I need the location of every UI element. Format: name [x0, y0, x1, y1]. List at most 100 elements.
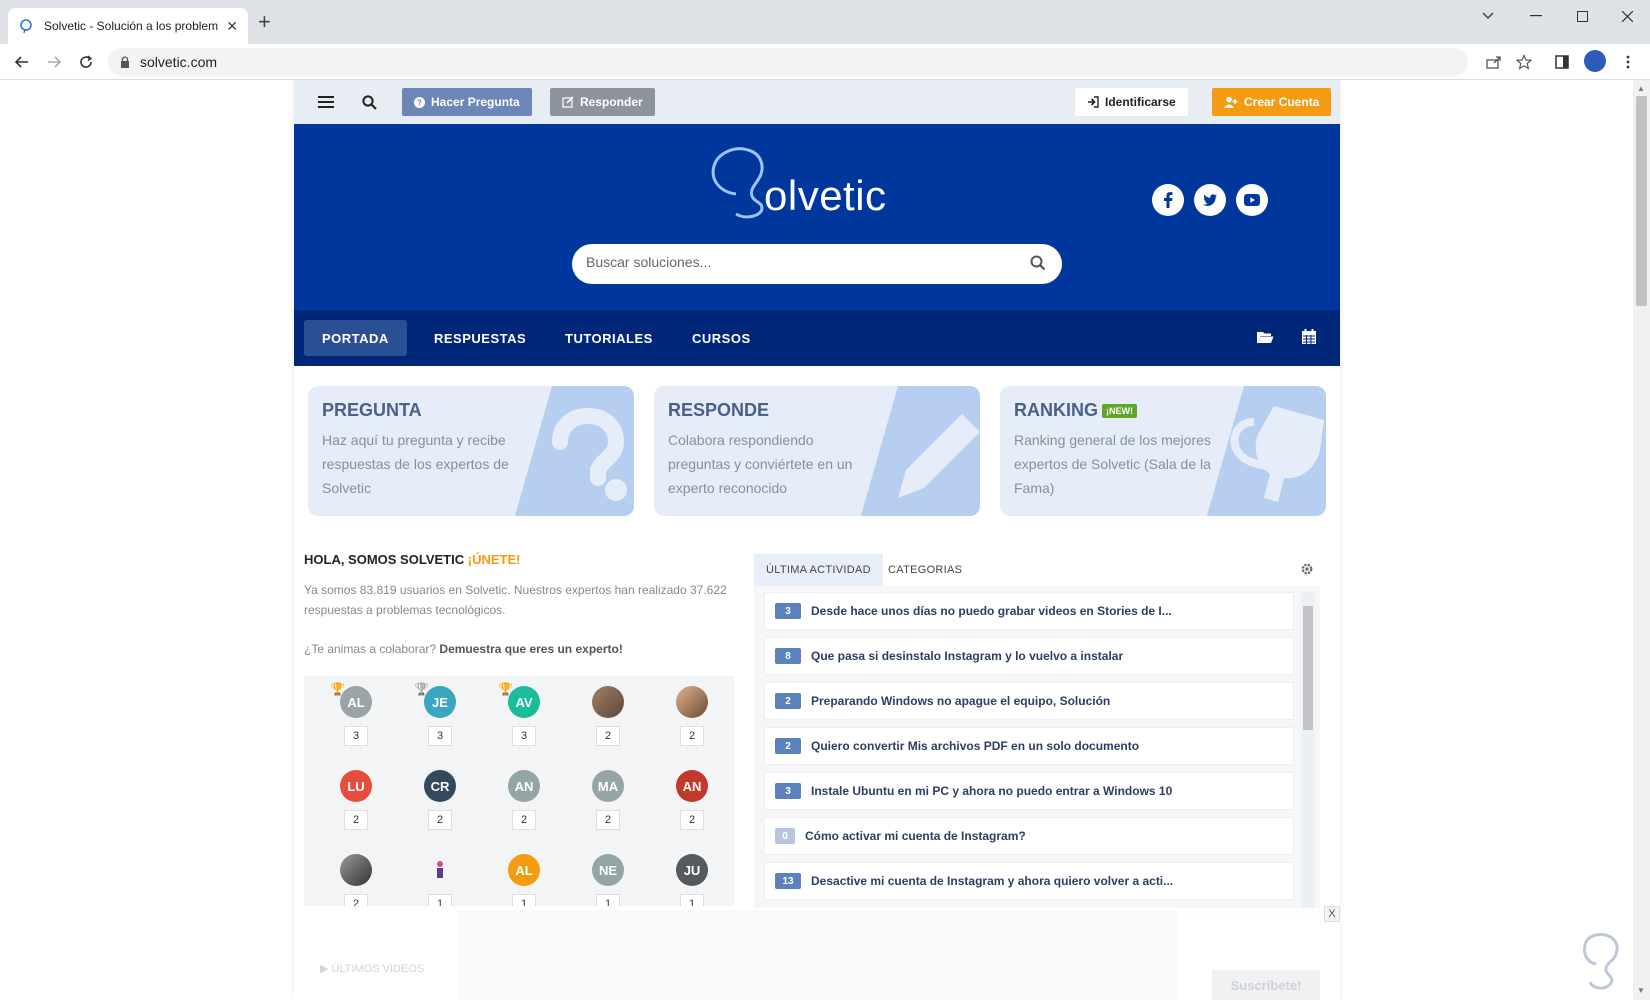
- latest-videos-label: ▶ ÚLTIMOS VIDEOS: [320, 963, 425, 975]
- browser-tab-strip: Solvetic - Solución a los problem ✕ +: [0, 0, 1650, 44]
- user-card[interactable]: 🏆 JE 3: [410, 678, 470, 758]
- profile-avatar[interactable]: [1584, 50, 1606, 72]
- twitter-icon[interactable]: [1194, 184, 1226, 216]
- answer-count-badge: 0: [775, 828, 795, 844]
- tab-ultima-actividad[interactable]: ÚLTIMA ACTIVIDAD: [754, 554, 883, 586]
- feed-item[interactable]: 3 Desde hace unos días no puedo grabar v…: [764, 592, 1294, 630]
- create-account-button[interactable]: Crear Cuenta: [1212, 88, 1332, 116]
- hamburger-menu-icon[interactable]: [316, 92, 336, 112]
- maximize-icon[interactable]: [1559, 0, 1605, 32]
- user-count: 3: [512, 726, 536, 746]
- avatar: AN: [676, 770, 708, 802]
- side-panel-icon[interactable]: [1550, 50, 1574, 74]
- browser-tab[interactable]: Solvetic - Solución a los problem ✕: [8, 8, 248, 44]
- calendar-icon[interactable]: [1300, 328, 1318, 346]
- page-scrollbar-thumb[interactable]: [1636, 96, 1647, 306]
- user-card[interactable]: 🏆 AV 3: [494, 678, 554, 758]
- user-card[interactable]: 2: [662, 678, 722, 758]
- scroll-up-arrow-icon[interactable]: ▲: [1637, 84, 1645, 93]
- user-count: 3: [428, 726, 452, 746]
- user-plus-icon: [1224, 96, 1238, 108]
- site-search-input[interactable]: [586, 254, 1006, 270]
- login-label: Identificarse: [1105, 95, 1176, 109]
- user-card[interactable]: NE 1: [578, 846, 638, 906]
- search-icon[interactable]: [359, 92, 379, 112]
- close-window-icon[interactable]: [1604, 0, 1650, 32]
- feed-item[interactable]: 2 Preparando Windows no apague el equipo…: [764, 682, 1294, 720]
- user-card[interactable]: LU 2: [326, 762, 386, 842]
- page-scrollbar[interactable]: ▲ ▼: [1633, 80, 1650, 1000]
- answer-button[interactable]: Responder: [550, 88, 655, 116]
- browser-toolbar: solvetic.com: [0, 44, 1650, 80]
- minimize-icon[interactable]: [1513, 0, 1559, 32]
- avatar: JE: [424, 686, 456, 718]
- reload-icon[interactable]: [74, 50, 98, 74]
- bookmark-star-icon[interactable]: [1512, 50, 1536, 74]
- address-bar[interactable]: solvetic.com: [108, 48, 1468, 76]
- avatar-photo: [424, 854, 456, 886]
- feed-item[interactable]: 3 Instale Ubuntu en mi PC y ahora no pue…: [764, 772, 1294, 810]
- feed-item[interactable]: 0 Cómo activar mi cuenta de Instagram?: [764, 817, 1294, 855]
- url-text: solvetic.com: [140, 54, 218, 70]
- activity-feed: 3 Desde hace unos días no puedo grabar v…: [754, 586, 1320, 916]
- close-tab-icon[interactable]: ✕: [226, 18, 238, 35]
- feed-scrollbar-thumb[interactable]: [1303, 606, 1313, 730]
- search-icon[interactable]: [1030, 255, 1046, 271]
- ad-banner[interactable]: [458, 910, 1178, 1000]
- feed-item[interactable]: 2 Quiero convertir Mis archivos PDF en u…: [764, 727, 1294, 765]
- feed-item-title: Preparando Windows no apague el equipo, …: [811, 694, 1111, 708]
- lock-icon: [121, 56, 129, 68]
- user-card[interactable]: CR 2: [410, 762, 470, 842]
- card-responde[interactable]: RESPONDE Colabora respondiendo preguntas…: [654, 386, 980, 516]
- login-button[interactable]: Identificarse: [1075, 88, 1188, 116]
- answer-label: Responder: [580, 95, 643, 109]
- user-count: 1: [512, 894, 536, 906]
- main-navigation: PORTADA RESPUESTAS TUTORIALES CURSOS: [294, 310, 1340, 366]
- card-pregunta[interactable]: PREGUNTA Haz aquí tu pregunta y recibe r…: [308, 386, 634, 516]
- user-card[interactable]: AN 2: [662, 762, 722, 842]
- more-options-icon[interactable]: [1616, 50, 1640, 74]
- edit-icon: [562, 96, 574, 108]
- user-card[interactable]: 🏆 AL 3: [326, 678, 386, 758]
- scroll-down-arrow-icon[interactable]: ▼: [1637, 986, 1645, 995]
- new-tab-icon[interactable]: +: [258, 11, 271, 33]
- user-count: 2: [428, 810, 452, 830]
- user-card[interactable]: MA 2: [578, 762, 638, 842]
- user-card[interactable]: 1: [410, 846, 470, 906]
- user-count: 2: [344, 810, 368, 830]
- nav-respuestas[interactable]: RESPUESTAS: [416, 320, 544, 356]
- cta-link[interactable]: Demuestra que eres un experto!: [439, 642, 622, 656]
- user-card[interactable]: 2: [326, 846, 386, 906]
- nav-cursos[interactable]: CURSOS: [674, 320, 769, 356]
- user-card[interactable]: AN 2: [494, 762, 554, 842]
- user-card[interactable]: AL 1: [494, 846, 554, 906]
- nav-portada[interactable]: PORTADA: [304, 320, 407, 356]
- chevron-down-icon[interactable]: [1465, 0, 1511, 32]
- user-count: 2: [680, 726, 704, 746]
- subscribe-button[interactable]: Suscribete!: [1212, 970, 1320, 1000]
- feed-scrollbar[interactable]: [1302, 592, 1314, 912]
- share-icon[interactable]: [1482, 50, 1506, 74]
- back-arrow-icon[interactable]: [10, 50, 34, 74]
- user-card[interactable]: JU 1: [662, 846, 722, 906]
- gear-icon[interactable]: [1300, 562, 1314, 576]
- tab-categorias[interactable]: CATEGORIAS: [876, 554, 974, 586]
- user-count: 1: [428, 894, 452, 906]
- youtube-icon[interactable]: [1236, 184, 1268, 216]
- feed-item[interactable]: 8 Que pasa si desinstalo Instagram y lo …: [764, 637, 1294, 675]
- user-card[interactable]: 2: [578, 678, 638, 758]
- forward-arrow-icon[interactable]: [42, 50, 66, 74]
- join-link[interactable]: ¡ÚNETE!: [468, 552, 521, 567]
- facebook-icon[interactable]: [1152, 184, 1184, 216]
- folder-open-icon[interactable]: [1256, 328, 1274, 346]
- user-count: 2: [596, 726, 620, 746]
- feed-item-title: Instale Ubuntu en mi PC y ahora no puedo…: [811, 784, 1173, 798]
- close-ad-button[interactable]: X: [1324, 906, 1340, 922]
- card-ranking[interactable]: RANKING ¡NEW! Ranking general de los mejo…: [1000, 386, 1326, 516]
- feed-item[interactable]: 13 Desactive mi cuenta de Instagram y ah…: [764, 862, 1294, 900]
- solvetic-favicon-icon: [20, 19, 32, 34]
- svg-text:?: ?: [417, 98, 422, 107]
- site-top-bar: ? Hacer Pregunta Responder Identificarse…: [294, 80, 1340, 124]
- ask-question-button[interactable]: ? Hacer Pregunta: [402, 88, 532, 116]
- nav-tutoriales[interactable]: TUTORIALES: [547, 320, 671, 356]
